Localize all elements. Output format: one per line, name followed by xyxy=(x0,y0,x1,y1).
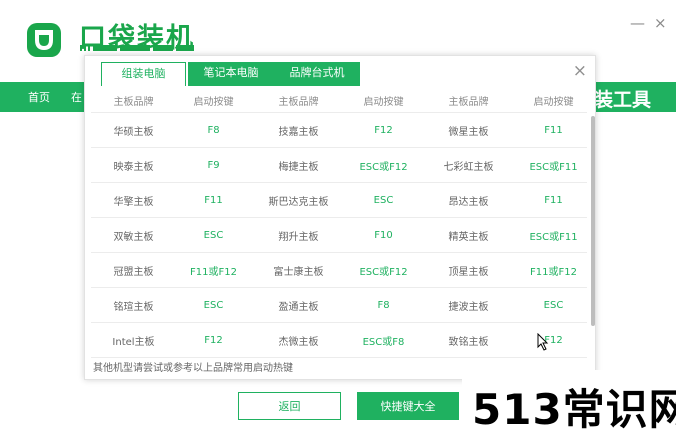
footnote-text: 其他机型请尝试或参考以上品牌常用启动热键 xyxy=(93,363,293,374)
brand-cell: 技嘉主板 xyxy=(278,126,319,138)
brand-cell: 精英主板 xyxy=(448,231,489,243)
key-cell: F11 xyxy=(204,194,223,206)
mouse-cursor-icon xyxy=(537,333,549,351)
key-cell: F12 xyxy=(544,334,563,346)
column-header: 启动按键 xyxy=(363,96,404,108)
key-cell: F11 xyxy=(544,194,563,206)
site-watermark: 513常识网 xyxy=(472,385,676,434)
brand-cell: 微星主板 xyxy=(448,126,489,138)
key-cell: ESC xyxy=(203,229,224,241)
brand-cell: 捷波主板 xyxy=(448,301,489,313)
key-cell: F12 xyxy=(204,334,223,346)
key-cell: ESC或F12 xyxy=(359,266,408,278)
key-cell: F12 xyxy=(374,124,393,136)
shortcut-list-button[interactable]: 快捷键大全 xyxy=(357,392,459,420)
key-cell: ESC xyxy=(543,299,564,311)
column-header: 启动按键 xyxy=(533,96,574,108)
table-row: Intel主板 F12 杰微主板 ESC或F8 致铭主板 F12 xyxy=(91,323,587,358)
nav-item-home[interactable]: 首页 xyxy=(28,89,50,105)
key-cell: F11或F12 xyxy=(190,266,237,278)
tab-assembled-pc[interactable]: 组装电脑 xyxy=(101,62,186,86)
brand-cell: 斯巴达克主板 xyxy=(268,196,329,208)
minimize-button[interactable]: — xyxy=(630,14,645,32)
key-cell: F8 xyxy=(377,299,390,311)
key-cell: ESC或F12 xyxy=(359,161,408,173)
vertical-scrollbar[interactable] xyxy=(591,116,595,326)
table-row: 铭瑄主板 ESC 盈通主板 F8 捷波主板 ESC xyxy=(91,288,587,323)
tab-laptop[interactable]: 笔记本电脑 xyxy=(188,62,274,86)
brand-cell: 顶星主板 xyxy=(448,266,489,278)
table-row: 双敏主板 ESC 翔升主板 F10 精英主板 ESC或F11 xyxy=(91,218,587,253)
key-cell: ESC或F11 xyxy=(529,161,578,173)
table-row: 华硕主板 F8 技嘉主板 F12 微星主板 F11 xyxy=(91,113,587,148)
brand-cell: 致铭主板 xyxy=(448,336,489,348)
nav-tool-label: 装工具 xyxy=(594,89,652,111)
key-cell: F11或F12 xyxy=(530,266,577,278)
table-row: 冠盟主板 F11或F12 富士康主板 ESC或F12 顶星主板 F11或F12 xyxy=(91,253,587,288)
key-cell: ESC xyxy=(203,299,224,311)
tab-bar: 组装电脑 笔记本电脑 品牌台式机 × xyxy=(85,56,595,86)
key-cell: ESC或F8 xyxy=(362,336,405,348)
pocket-logo-icon xyxy=(27,23,61,57)
brand-cell: 双敏主板 xyxy=(113,231,154,243)
key-cell: F9 xyxy=(207,159,220,171)
app-subtitle-graphic xyxy=(80,45,194,51)
brand-cell: 翔升主板 xyxy=(278,231,319,243)
brand-cell: 盈通主板 xyxy=(278,301,319,313)
back-button[interactable]: 返回 xyxy=(238,392,341,420)
brand-cell: 华硕主板 xyxy=(113,126,154,138)
brand-cell: 七彩虹主板 xyxy=(443,161,494,173)
column-header: 启动按键 xyxy=(193,96,234,108)
key-cell: F8 xyxy=(207,124,220,136)
brand-cell: 杰微主板 xyxy=(278,336,319,348)
brand-cell: 冠盟主板 xyxy=(113,266,154,278)
tab-brand-desktop[interactable]: 品牌台式机 xyxy=(274,62,360,86)
brand-cell: 昂达主板 xyxy=(448,196,489,208)
key-cell: ESC xyxy=(373,194,394,206)
brand-cell: 映泰主板 xyxy=(113,161,154,173)
boot-key-dialog: 组装电脑 笔记本电脑 品牌台式机 × 主板品牌 启动按键 主板品牌 启动按键 主… xyxy=(84,55,596,380)
table-row: 华擎主板 F11 斯巴达克主板 ESC 昂达主板 F11 xyxy=(91,183,587,218)
table-header: 主板品牌 启动按键 主板品牌 启动按键 主板品牌 启动按键 xyxy=(91,88,587,113)
window-close-button[interactable]: × xyxy=(654,14,667,32)
column-header: 主板品牌 xyxy=(113,96,154,108)
brand-cell: 华擎主板 xyxy=(113,196,154,208)
column-header: 主板品牌 xyxy=(448,96,489,108)
brand-cell: Intel主板 xyxy=(112,336,155,348)
column-header: 主板品牌 xyxy=(278,96,319,108)
nav-item-partial[interactable]: 在 xyxy=(71,89,82,105)
brand-cell: 铭瑄主板 xyxy=(113,301,154,313)
key-cell: ESC或F11 xyxy=(529,231,578,243)
brand-cell: 富士康主板 xyxy=(273,266,324,278)
brand-cell: 梅捷主板 xyxy=(278,161,319,173)
key-cell: F11 xyxy=(544,124,563,136)
close-icon[interactable]: × xyxy=(573,62,587,80)
boot-key-table: 主板品牌 启动按键 主板品牌 启动按键 主板品牌 启动按键 华硕主板 F8 技嘉… xyxy=(91,88,587,358)
key-cell: F10 xyxy=(374,229,393,241)
table-row: 映泰主板 F9 梅捷主板 ESC或F12 七彩虹主板 ESC或F11 xyxy=(91,148,587,183)
